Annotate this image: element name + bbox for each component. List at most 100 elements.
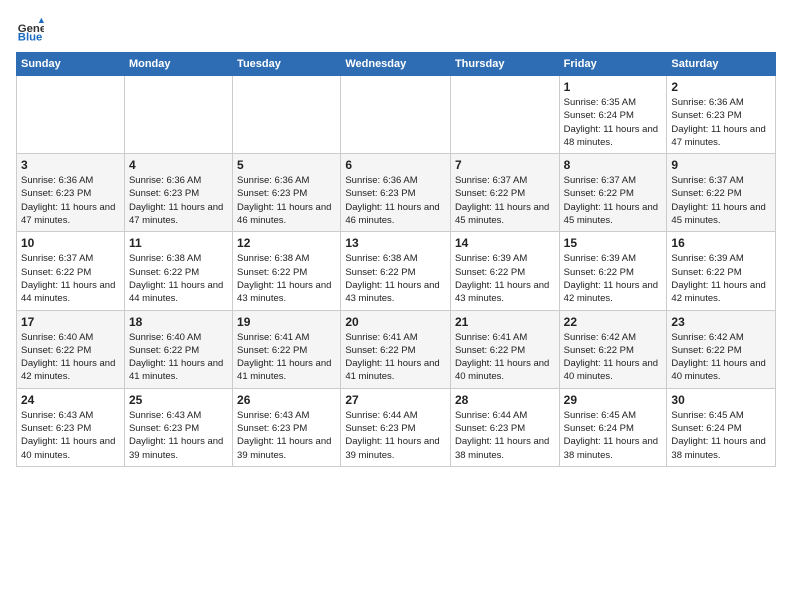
page-header: General Blue bbox=[16, 16, 776, 44]
calendar-cell: 9 Sunrise: 6:37 AM Sunset: 6:22 PM Daylig… bbox=[667, 154, 776, 232]
day-number: 15 bbox=[564, 236, 663, 250]
calendar-cell: 3 Sunrise: 6:36 AM Sunset: 6:23 PM Daylig… bbox=[17, 154, 125, 232]
calendar-cell: 6Sunrise: 6:36 AM Sunset: 6:23 PM Daylig… bbox=[341, 154, 451, 232]
day-number: 14 bbox=[455, 236, 555, 250]
day-info: Sunrise: 6:38 AM Sunset: 6:22 PM Dayligh… bbox=[129, 252, 228, 305]
day-number: 19 bbox=[237, 315, 336, 329]
calendar-cell bbox=[17, 76, 125, 154]
day-info: Sunrise: 6:35 AM Sunset: 6:24 PM Dayligh… bbox=[564, 96, 663, 149]
calendar-cell: 17Sunrise: 6:40 AM Sunset: 6:22 PM Dayli… bbox=[17, 310, 125, 388]
calendar-cell: 4 Sunrise: 6:36 AM Sunset: 6:23 PM Daylig… bbox=[124, 154, 232, 232]
day-number: 3 bbox=[21, 158, 120, 172]
day-info: Sunrise: 6:43 AM Sunset: 6:23 PM Dayligh… bbox=[129, 409, 228, 462]
day-header-tuesday: Tuesday bbox=[233, 53, 341, 76]
logo: General Blue bbox=[16, 16, 48, 44]
calendar-cell: 7 Sunrise: 6:37 AM Sunset: 6:22 PM Daylig… bbox=[450, 154, 559, 232]
svg-text:Blue: Blue bbox=[18, 32, 43, 44]
calendar-cell: 2 Sunrise: 6:36 AM Sunset: 6:23 PM Daylig… bbox=[667, 76, 776, 154]
day-number: 9 bbox=[671, 158, 771, 172]
day-info: Sunrise: 6:37 AM Sunset: 6:22 PM Dayligh… bbox=[455, 174, 555, 227]
day-info: Sunrise: 6:36 AM Sunset: 6:23 PM Dayligh… bbox=[21, 174, 120, 227]
day-info: Sunrise: 6:36 AM Sunset: 6:23 PM Dayligh… bbox=[129, 174, 228, 227]
day-header-saturday: Saturday bbox=[667, 53, 776, 76]
day-header-monday: Monday bbox=[124, 53, 232, 76]
calendar-cell: 25 Sunrise: 6:43 AM Sunset: 6:23 PM Dayli… bbox=[124, 388, 232, 466]
calendar-week-row: 1 Sunrise: 6:35 AM Sunset: 6:24 PM Daylig… bbox=[17, 76, 776, 154]
calendar-week-row: 3 Sunrise: 6:36 AM Sunset: 6:23 PM Daylig… bbox=[17, 154, 776, 232]
calendar-cell: 15 Sunrise: 6:39 AM Sunset: 6:22 PM Dayli… bbox=[559, 232, 667, 310]
day-header-wednesday: Wednesday bbox=[341, 53, 451, 76]
calendar-cell: 14 Sunrise: 6:39 AM Sunset: 6:22 PM Dayli… bbox=[450, 232, 559, 310]
calendar-header-row: SundayMondayTuesdayWednesdayThursdayFrid… bbox=[17, 53, 776, 76]
logo-icon: General Blue bbox=[16, 16, 44, 44]
calendar: SundayMondayTuesdayWednesdayThursdayFrid… bbox=[16, 52, 776, 467]
calendar-cell: 8 Sunrise: 6:37 AM Sunset: 6:22 PM Daylig… bbox=[559, 154, 667, 232]
day-info: Sunrise: 6:42 AM Sunset: 6:22 PM Dayligh… bbox=[564, 331, 663, 384]
calendar-cell: 24 Sunrise: 6:43 AM Sunset: 6:23 PM Dayli… bbox=[17, 388, 125, 466]
day-number: 7 bbox=[455, 158, 555, 172]
day-number: 2 bbox=[671, 80, 771, 94]
calendar-cell: 22 Sunrise: 6:42 AM Sunset: 6:22 PM Dayli… bbox=[559, 310, 667, 388]
day-number: 29 bbox=[564, 393, 663, 407]
calendar-cell: 5 Sunrise: 6:36 AM Sunset: 6:23 PM Daylig… bbox=[233, 154, 341, 232]
day-info: Sunrise: 6:38 AM Sunset: 6:22 PM Dayligh… bbox=[345, 252, 446, 305]
day-number: 22 bbox=[564, 315, 663, 329]
day-number: 25 bbox=[129, 393, 228, 407]
day-number: 11 bbox=[129, 236, 228, 250]
calendar-cell: 12 Sunrise: 6:38 AM Sunset: 6:22 PM Dayli… bbox=[233, 232, 341, 310]
calendar-cell: 1 Sunrise: 6:35 AM Sunset: 6:24 PM Daylig… bbox=[559, 76, 667, 154]
day-number: 10 bbox=[21, 236, 120, 250]
day-info: Sunrise: 6:36 AM Sunset: 6:23 PM Dayligh… bbox=[671, 96, 771, 149]
day-info: Sunrise: 6:40 AM Sunset: 6:22 PM Dayligh… bbox=[129, 331, 228, 384]
day-info: Sunrise: 6:41 AM Sunset: 6:22 PM Dayligh… bbox=[455, 331, 555, 384]
day-info: Sunrise: 6:45 AM Sunset: 6:24 PM Dayligh… bbox=[564, 409, 663, 462]
calendar-cell bbox=[341, 76, 451, 154]
day-number: 4 bbox=[129, 158, 228, 172]
day-number: 23 bbox=[671, 315, 771, 329]
day-number: 6 bbox=[345, 158, 446, 172]
day-header-sunday: Sunday bbox=[17, 53, 125, 76]
calendar-cell: 10Sunrise: 6:37 AM Sunset: 6:22 PM Dayli… bbox=[17, 232, 125, 310]
calendar-cell: 27Sunrise: 6:44 AM Sunset: 6:23 PM Dayli… bbox=[341, 388, 451, 466]
calendar-cell bbox=[233, 76, 341, 154]
calendar-cell: 21 Sunrise: 6:41 AM Sunset: 6:22 PM Dayli… bbox=[450, 310, 559, 388]
day-number: 21 bbox=[455, 315, 555, 329]
day-number: 12 bbox=[237, 236, 336, 250]
day-info: Sunrise: 6:44 AM Sunset: 6:23 PM Dayligh… bbox=[455, 409, 555, 462]
calendar-cell: 28Sunrise: 6:44 AM Sunset: 6:23 PM Dayli… bbox=[450, 388, 559, 466]
calendar-week-row: 24 Sunrise: 6:43 AM Sunset: 6:23 PM Dayli… bbox=[17, 388, 776, 466]
day-info: Sunrise: 6:36 AM Sunset: 6:23 PM Dayligh… bbox=[237, 174, 336, 227]
calendar-cell: 20Sunrise: 6:41 AM Sunset: 6:22 PM Dayli… bbox=[341, 310, 451, 388]
calendar-cell bbox=[124, 76, 232, 154]
calendar-cell bbox=[450, 76, 559, 154]
day-info: Sunrise: 6:41 AM Sunset: 6:22 PM Dayligh… bbox=[345, 331, 446, 384]
calendar-cell: 16Sunrise: 6:39 AM Sunset: 6:22 PM Dayli… bbox=[667, 232, 776, 310]
day-info: Sunrise: 6:43 AM Sunset: 6:23 PM Dayligh… bbox=[21, 409, 120, 462]
calendar-week-row: 10Sunrise: 6:37 AM Sunset: 6:22 PM Dayli… bbox=[17, 232, 776, 310]
day-header-thursday: Thursday bbox=[450, 53, 559, 76]
day-info: Sunrise: 6:37 AM Sunset: 6:22 PM Dayligh… bbox=[671, 174, 771, 227]
day-number: 17 bbox=[21, 315, 120, 329]
calendar-cell: 30Sunrise: 6:45 AM Sunset: 6:24 PM Dayli… bbox=[667, 388, 776, 466]
day-info: Sunrise: 6:43 AM Sunset: 6:23 PM Dayligh… bbox=[237, 409, 336, 462]
calendar-cell: 11 Sunrise: 6:38 AM Sunset: 6:22 PM Dayli… bbox=[124, 232, 232, 310]
calendar-cell: 23Sunrise: 6:42 AM Sunset: 6:22 PM Dayli… bbox=[667, 310, 776, 388]
day-info: Sunrise: 6:38 AM Sunset: 6:22 PM Dayligh… bbox=[237, 252, 336, 305]
day-number: 26 bbox=[237, 393, 336, 407]
day-number: 1 bbox=[564, 80, 663, 94]
calendar-cell: 29 Sunrise: 6:45 AM Sunset: 6:24 PM Dayli… bbox=[559, 388, 667, 466]
calendar-cell: 26 Sunrise: 6:43 AM Sunset: 6:23 PM Dayli… bbox=[233, 388, 341, 466]
day-number: 8 bbox=[564, 158, 663, 172]
day-number: 24 bbox=[21, 393, 120, 407]
day-info: Sunrise: 6:39 AM Sunset: 6:22 PM Dayligh… bbox=[564, 252, 663, 305]
day-number: 13 bbox=[345, 236, 446, 250]
calendar-cell: 13 Sunrise: 6:38 AM Sunset: 6:22 PM Dayli… bbox=[341, 232, 451, 310]
day-number: 16 bbox=[671, 236, 771, 250]
day-info: Sunrise: 6:37 AM Sunset: 6:22 PM Dayligh… bbox=[564, 174, 663, 227]
day-number: 27 bbox=[345, 393, 446, 407]
day-info: Sunrise: 6:39 AM Sunset: 6:22 PM Dayligh… bbox=[455, 252, 555, 305]
day-number: 5 bbox=[237, 158, 336, 172]
day-info: Sunrise: 6:41 AM Sunset: 6:22 PM Dayligh… bbox=[237, 331, 336, 384]
day-info: Sunrise: 6:45 AM Sunset: 6:24 PM Dayligh… bbox=[671, 409, 771, 462]
calendar-cell: 18Sunrise: 6:40 AM Sunset: 6:22 PM Dayli… bbox=[124, 310, 232, 388]
